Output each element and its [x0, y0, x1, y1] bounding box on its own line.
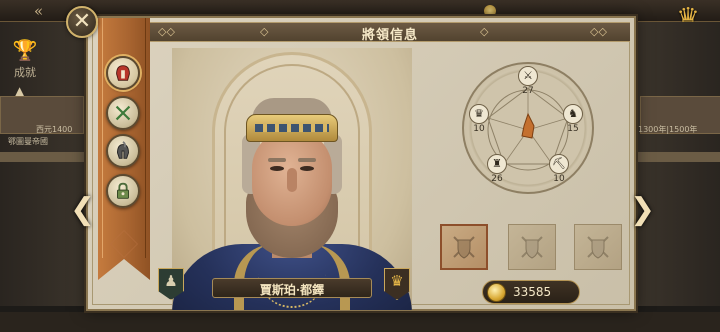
sidebar-item-combat[interactable] — [106, 96, 140, 130]
warrior-helmet-icon — [116, 65, 130, 81]
castle-icon: ♜ — [487, 154, 507, 174]
stat-leadership[interactable]: ♛ 10 — [466, 104, 492, 134]
crossed-swords-icon — [115, 105, 131, 121]
gold-value: 33585 — [513, 285, 552, 299]
general-name-plate: 賈斯珀·都鐸 — [212, 278, 372, 298]
crown-icon: ♛ — [469, 104, 489, 124]
equipment-slot-2[interactable] — [508, 224, 556, 270]
equipment-slot-1[interactable] — [440, 224, 488, 270]
portrait-nose — [287, 168, 297, 192]
portrait-brow-left — [268, 158, 286, 162]
back-arrow-icon: « — [34, 2, 44, 20]
close-button[interactable]: ✕ — [66, 6, 98, 38]
spartan-helmet-icon — [117, 141, 129, 159]
general-portrait — [172, 48, 412, 310]
portrait-crown-band — [246, 114, 338, 142]
background-left-panel — [0, 22, 86, 306]
portrait-eye-right — [300, 166, 314, 171]
title-bar: ◇◇ ◇ 將領信息 ◇ ◇◇ — [150, 22, 630, 43]
crossed-swords-icon: ⚔ — [518, 66, 538, 86]
era-range: 1300年|1500年 — [638, 125, 698, 134]
title-ornament-right-inner: ◇ — [480, 25, 489, 38]
stat-attack[interactable]: ⚔ 27 — [515, 66, 541, 96]
gold-coin-icon — [487, 283, 506, 302]
achievement-label: 成就 — [14, 66, 36, 79]
stats-radar: ⚔ 27 ♞ 15 ⛏ 10 ♜ 26 ♛ 10 — [462, 62, 594, 194]
stat-defense-value: 26 — [491, 174, 503, 184]
knight-icon: ♞ — [563, 104, 583, 124]
locked-skill-icon — [117, 182, 129, 199]
era-caption: 鄂圖曼帝國 — [8, 137, 48, 146]
close-icon: ✕ — [72, 9, 92, 34]
portrait-eye-left — [270, 166, 284, 171]
timeline-track — [0, 152, 86, 162]
sidebar-item-armor[interactable] — [106, 134, 140, 168]
sidebar-item-skills[interactable] — [106, 174, 140, 208]
background-bottom-bar — [0, 312, 720, 332]
shield-swords-icon — [453, 236, 475, 259]
stat-cavalry[interactable]: ♞ 15 — [560, 104, 586, 134]
stat-siege-value: 10 — [553, 174, 565, 184]
pickaxe-icon: ⛏ — [549, 154, 569, 174]
next-general-arrow-icon[interactable]: ❯ — [630, 192, 655, 227]
shield-swords-icon — [521, 236, 543, 259]
trophy-icon[interactable]: 🏆 — [10, 38, 40, 64]
previous-general-arrow-icon[interactable]: ❮ — [70, 192, 95, 227]
background-right-panel — [634, 22, 720, 306]
stat-cavalry-value: 15 — [567, 124, 579, 134]
stat-defense[interactable]: ♜ 26 — [484, 154, 510, 184]
gold-counter[interactable]: 33585 — [482, 280, 580, 304]
dialog-title: 將領信息 — [361, 28, 418, 43]
general-info-dialog: ◇◇ ◇ 將領信息 ◇ ◇◇ ♟ 賈斯珀·都鐸 ♛ ⚔ 27 ♞ 15 ⛏ 10… — [86, 16, 636, 311]
sidebar-item-profile[interactable] — [106, 56, 140, 90]
general-name: 賈斯珀·都鐸 — [259, 283, 325, 297]
stat-attack-value: 27 — [522, 86, 534, 96]
portrait-brow-right — [298, 158, 316, 162]
stat-siege[interactable]: ⛏ 10 — [546, 154, 572, 184]
equipment-slot-3[interactable] — [574, 224, 622, 270]
timeline-track-right — [636, 152, 720, 162]
shield-swords-icon — [587, 236, 609, 259]
stat-leadership-value: 10 — [473, 124, 485, 134]
title-ornament-right: ◇◇ — [590, 25, 607, 38]
era-year: 西元1400 — [36, 125, 73, 134]
